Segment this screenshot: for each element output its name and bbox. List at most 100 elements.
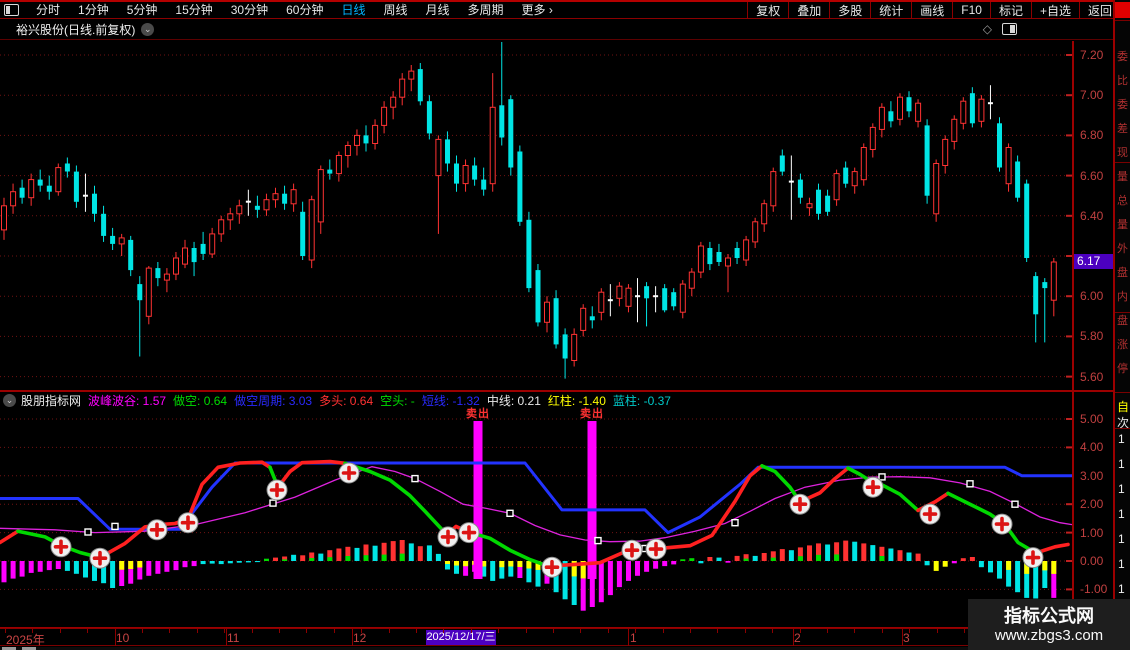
axis-tick [690,629,691,633]
button-+自选[interactable]: +自选 [1030,2,1079,18]
ind-tick-1.00: 1.00 [1080,525,1104,540]
ind-tick--1.00: -1.00 [1080,582,1108,597]
indicator-field-空头: 空头: - [380,393,415,408]
axis-tick [142,629,143,633]
strip-char: 盘 [1117,315,1128,327]
button-叠加[interactable]: 叠加 [788,2,829,18]
x-label-10: 10 [116,631,130,645]
axis-tick [306,629,307,633]
tab-60分钟[interactable]: 60分钟 [277,2,332,18]
last-price-badge: 6.17 [1074,254,1113,269]
strip-char: 委 [1117,99,1128,111]
axis-tick [800,629,801,633]
month-separator [226,629,227,646]
title-bar: 裕兴股份(日线.前复权) ⌄ ◇ [0,19,1113,40]
app-window: 分时 1分钟 5分钟 15分钟 30分钟 60分钟 日线 周线 月线 多周期 更多 › 复权 叠加 多股… [0,0,1130,650]
strip-separator [1115,392,1130,393]
indicator-field-中线: 中线: 0.21 [486,393,541,408]
watermark-title: 指标公式网 [1004,605,1094,626]
strip-char: 现 [1117,147,1128,159]
tab-更多 ›[interactable]: 更多 › [513,2,562,18]
indicator-chart[interactable] [0,408,1074,627]
axis-tick [389,629,390,633]
axis-tick [498,629,499,633]
diamond-icon[interactable]: ◇ [983,22,992,36]
button-标记[interactable]: 标记 [989,2,1031,18]
x-label-3: 3 [903,631,910,645]
axis-tick [854,629,855,633]
strip-digit: 1 [1118,532,1125,546]
tab-月线[interactable]: 月线 [417,2,459,18]
strip-char: 涨 [1117,339,1128,351]
axis-tick [361,629,362,633]
ind-tick-4.00: 4.00 [1080,440,1104,455]
strip-separator [1115,162,1130,163]
period-toolbar: 分时 1分钟 5分钟 15分钟 30分钟 60分钟 日线 周线 月线 多周期 更多 › 复权 叠加 多股… [0,0,1130,19]
strip-separator [1115,312,1130,313]
candlestick-chart[interactable] [0,41,1074,391]
price-tick-5.60: 5.60 [1080,369,1104,384]
ind-tick-3.00: 3.00 [1080,468,1104,483]
axis-tick [197,629,198,633]
strip-char: 盘 [1117,267,1128,279]
x-label-11: 11 [227,631,240,645]
x-label-1: 1 [630,631,637,645]
x-label-2025年: 2025年 [6,633,45,647]
ind-tick-5.00: 5.00 [1080,412,1104,426]
strip-char: 量 [1117,171,1128,183]
layout-panel-icon[interactable] [1002,23,1017,35]
tab-周线[interactable]: 周线 [374,2,416,18]
axis-tick [224,629,225,633]
tab-分时[interactable]: 分时 [27,2,69,18]
button-画线[interactable]: 画线 [911,2,952,18]
tab-1分钟[interactable]: 1分钟 [69,2,118,18]
axis-tick [553,629,554,633]
strip-digit: 1 [1118,557,1125,571]
stock-title: 裕兴股份(日线.前复权) [16,22,136,37]
window-panel-icon[interactable] [4,4,19,16]
panel-divider [0,390,1113,392]
price-tick-6.40: 6.40 [1080,208,1104,223]
month-separator [628,629,629,646]
chart-right-border [1072,41,1074,646]
strip-char: 总 [1117,195,1128,207]
month-separator [352,629,353,646]
axis-tick [608,629,609,633]
axis-tick [5,629,6,633]
strip-highlight-char: 自 [1117,400,1130,414]
tab-15分钟[interactable]: 15分钟 [166,2,221,18]
action-buttons: 复权 叠加 多股 统计 画线 F10 标记 +自选 返回 [747,2,1130,18]
button-统计[interactable]: 统计 [870,2,911,18]
axis-tick [32,629,33,633]
strip-char: 量 [1117,219,1128,231]
indicator-header: ⌄ 股朋指标网 波峰波谷: 1.57 做空: 0.64 做空周期: 3.03 多头: … [0,392,1074,408]
axis-tick [580,629,581,633]
strip-digit: 1 [1118,507,1125,521]
indicator-site-label: 股朋指标网 [21,393,82,408]
selected-date-badge: 2025/12/17/三 [426,630,496,645]
sell-signal-label: 卖出 [466,408,490,420]
axis-tick [334,629,335,633]
axis-tick [827,629,828,633]
axis-tick [937,629,938,633]
indicator-chevron-icon[interactable]: ⌄ [3,393,16,407]
tab-5分钟[interactable]: 5分钟 [118,2,167,18]
month-separator [793,629,794,646]
axis-tick [279,629,280,633]
axis-tick [471,629,472,633]
button-F10[interactable]: F10 [952,2,990,18]
tab-30分钟[interactable]: 30分钟 [222,2,277,18]
price-tick-5.80: 5.80 [1080,329,1104,344]
chevron-down-icon[interactable]: ⌄ [141,22,155,36]
axis-tick [416,629,417,633]
button-多股[interactable]: 多股 [829,2,870,18]
tab-多周期[interactable]: 多周期 [459,2,513,18]
tab-日线[interactable]: 日线 [332,2,374,18]
indicator-field-蓝柱: 蓝柱: -0.37 [612,393,671,408]
axis-tick [526,629,527,633]
strip-char: 委 [1117,51,1128,63]
cutoff-red-button[interactable] [1115,2,1130,18]
sell-signal-label: 卖出 [580,408,604,420]
time-axis[interactable]: 2025/12/17/三 2025年 10 11 12 1 2 3 [0,628,1113,647]
button-复权[interactable]: 复权 [747,2,788,18]
